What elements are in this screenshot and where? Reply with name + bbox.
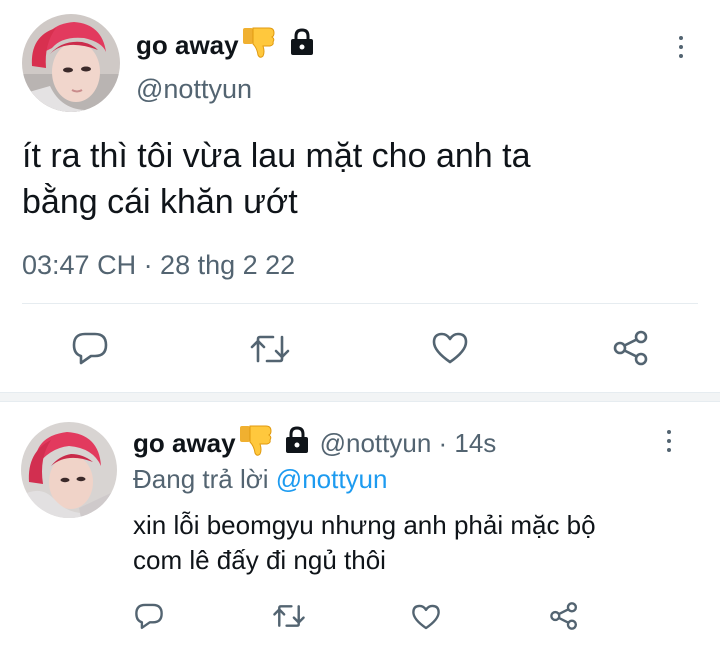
tweet-timestamp[interactable]: 03:47 CH · 28 thg 2 22 <box>22 250 295 281</box>
reply-text-line-2: com lê đấy đi ngủ thôi <box>133 545 386 575</box>
reply-text: xin lỗi beomgyu nhưng anh phải mặc bộ co… <box>133 508 596 578</box>
thumbs-down-icon <box>238 422 274 465</box>
avatar[interactable] <box>21 422 117 518</box>
lock-icon <box>289 27 315 64</box>
like-icon[interactable] <box>411 603 441 631</box>
more-options-icon[interactable] <box>664 430 674 452</box>
section-separator <box>0 392 720 402</box>
lock-icon <box>284 425 310 462</box>
like-icon[interactable] <box>431 331 469 365</box>
replying-to: Đang trả lời @nottyun <box>133 464 387 495</box>
more-options-icon[interactable] <box>676 36 686 58</box>
replying-to-label: Đang trả lời <box>133 464 269 494</box>
retweet-icon[interactable] <box>272 603 306 629</box>
display-name[interactable]: go away <box>133 428 236 459</box>
divider <box>22 303 698 304</box>
replying-to-mention[interactable]: @nottyun <box>276 464 388 494</box>
handle-and-time[interactable]: @nottyun · 14s <box>320 428 497 459</box>
tweet-text: ít ra thì tôi vừa lau mặt cho anh ta bằn… <box>22 133 530 225</box>
share-icon[interactable] <box>612 329 650 367</box>
handle[interactable]: @nottyun <box>136 74 252 105</box>
reply-text-line-1: xin lỗi beomgyu nhưng anh phải mặc bộ <box>133 510 596 540</box>
avatar[interactable] <box>22 14 120 112</box>
tweet-text-line-1: ít ra thì tôi vừa lau mặt cho anh ta <box>22 137 531 175</box>
reply-icon[interactable] <box>71 330 109 366</box>
thumbs-down-icon <box>241 24 277 67</box>
share-icon[interactable] <box>549 601 579 631</box>
reply-icon[interactable] <box>134 601 164 631</box>
tweet-text-line-2: bằng cái khăn ướt <box>22 183 298 221</box>
display-name[interactable]: go away <box>136 30 239 61</box>
retweet-icon[interactable] <box>249 333 291 365</box>
